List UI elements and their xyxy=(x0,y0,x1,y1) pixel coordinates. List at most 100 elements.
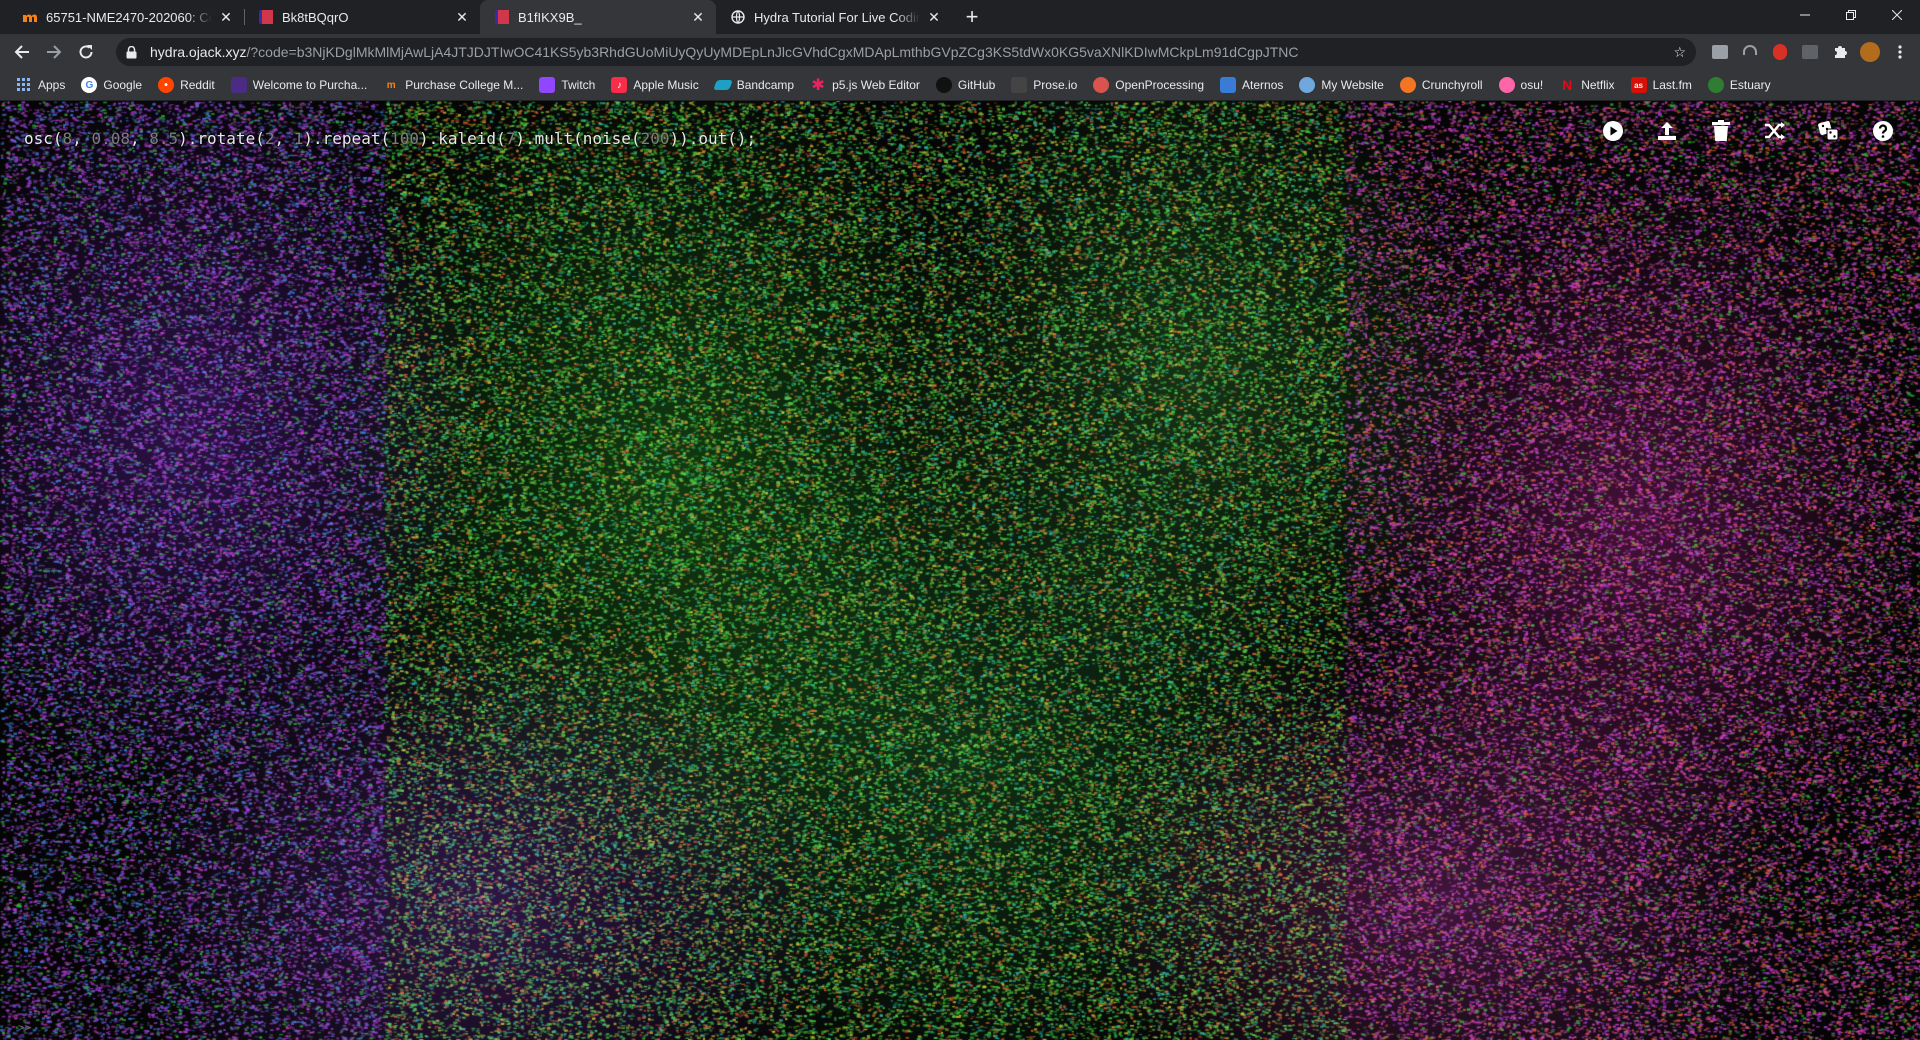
bookmark-crunchyroll[interactable]: Crunchyroll xyxy=(1392,73,1491,97)
url-host: hydra.ojack.xyz xyxy=(150,44,247,60)
bookmark-openprocessing[interactable]: OpenProcessing xyxy=(1085,73,1212,97)
bandcamp-icon xyxy=(712,80,733,90)
bookmarks-bar: Apps G Google • Reddit Welcome to Purcha..… xyxy=(0,70,1920,101)
code-number-token: 200 xyxy=(640,129,670,148)
crunchyroll-icon xyxy=(1399,77,1416,93)
new-tab-button[interactable]: + xyxy=(958,3,986,31)
reload-icon[interactable] xyxy=(70,36,102,68)
twitch-icon xyxy=(539,77,556,93)
close-icon[interactable]: ✕ xyxy=(690,9,706,25)
code-number-token: 8 xyxy=(62,129,73,148)
moodle-icon xyxy=(22,9,38,25)
tab-code-course[interactable]: 65751-NME2470-202060: Code a ✕ xyxy=(8,0,244,34)
close-icon[interactable]: ✕ xyxy=(454,9,470,25)
code-text-token: , xyxy=(274,129,294,148)
estuary-icon xyxy=(1707,77,1724,93)
openprocessing-icon xyxy=(1093,77,1110,93)
bookmark-label: p5.js Web Editor xyxy=(832,78,920,92)
bookmark-label: My Website xyxy=(1321,78,1384,92)
bookmark-label: Welcome to Purcha... xyxy=(252,78,368,92)
bookmark-label: Netflix xyxy=(1581,78,1615,92)
upload-icon[interactable] xyxy=(1640,115,1694,147)
bookmark-label: OpenProcessing xyxy=(1115,78,1205,92)
bookmark-apple-music[interactable]: ♪ Apple Music xyxy=(603,73,706,97)
close-window-icon[interactable] xyxy=(1874,0,1920,30)
window-controls xyxy=(1782,0,1920,30)
bookmark-label: Estuary xyxy=(1729,78,1771,92)
run-icon[interactable] xyxy=(1586,115,1640,147)
visual-output-canvas xyxy=(0,101,1920,1040)
help-icon[interactable] xyxy=(1856,115,1910,147)
bookmark-twitch[interactable]: Twitch xyxy=(531,73,603,97)
website-icon xyxy=(1299,77,1316,93)
code-text-token: ).kaleid( xyxy=(419,129,506,148)
lock-icon xyxy=(126,45,140,59)
bookmark-label: Last.fm xyxy=(1652,78,1692,92)
bookmark-bandcamp[interactable]: Bandcamp xyxy=(707,73,802,97)
code-number-token: 8.5 xyxy=(149,129,179,148)
bookmark-osu[interactable]: osu! xyxy=(1491,73,1552,97)
code-text-token: , xyxy=(129,129,150,148)
tab-title: Hydra Tutorial For Live Coding V xyxy=(754,9,920,25)
bookmark-welcome-purchase[interactable]: Welcome to Purcha... xyxy=(223,73,376,97)
tab-hydra-1[interactable]: Bk8tBQqrO ✕ xyxy=(244,0,480,34)
tab-hydra-tutorial[interactable]: Hydra Tutorial For Live Coding V ✕ xyxy=(716,0,952,34)
bookmark-label: Purchase College M... xyxy=(405,78,524,92)
code-number-token: 100 xyxy=(390,129,419,148)
google-icon: G xyxy=(81,77,98,93)
back-icon[interactable] xyxy=(6,36,38,68)
code-text-token: ).repeat( xyxy=(303,129,391,148)
restore-icon[interactable] xyxy=(1828,0,1874,30)
globe-icon xyxy=(730,9,746,25)
code-editor[interactable]: osc(8, 0.08, 8.5).rotate(2, 1).repeat(10… xyxy=(24,129,756,148)
p5js-icon: ✱ xyxy=(811,77,825,94)
bookmark-estuary[interactable]: Estuary xyxy=(1700,73,1779,97)
close-icon[interactable]: ✕ xyxy=(926,9,942,25)
close-icon[interactable]: ✕ xyxy=(218,9,234,25)
extension-gray-icon[interactable] xyxy=(1796,38,1824,66)
code-number-token: 0.08 xyxy=(91,129,130,148)
tab-hydra-active[interactable]: B1fIKX9B_ ✕ xyxy=(480,0,716,34)
extension-k-icon[interactable] xyxy=(1706,38,1734,66)
extension-headphones-icon[interactable] xyxy=(1736,38,1764,66)
bookmark-aternos[interactable]: Aternos xyxy=(1212,73,1291,97)
bookmark-label: Bandcamp xyxy=(736,78,795,92)
purchase-icon xyxy=(230,77,247,93)
bookmark-github[interactable]: GitHub xyxy=(928,73,1003,97)
bookmark-label: Aternos xyxy=(1242,78,1284,92)
bookmark-reddit[interactable]: • Reddit xyxy=(150,73,223,97)
lastfm-icon: as xyxy=(1630,77,1647,93)
bookmark-label: GitHub xyxy=(957,78,996,92)
browser-toolbar: hydra.ojack.xyz/?code=b3NjKDglMkMlMjAwLj… xyxy=(0,34,1920,70)
forward-icon[interactable] xyxy=(38,36,70,68)
hydra-canvas-area[interactable]: osc(8, 0.08, 8.5).rotate(2, 1).repeat(10… xyxy=(0,101,1920,1040)
bookmark-my-website[interactable]: My Website xyxy=(1291,73,1391,97)
prose-icon xyxy=(1011,77,1028,93)
tab-title: 65751-NME2470-202060: Code a xyxy=(46,9,212,25)
hydra-icon xyxy=(494,9,510,25)
bookmark-label: Prose.io xyxy=(1033,78,1078,92)
trash-icon[interactable] xyxy=(1694,115,1748,147)
minimize-icon[interactable] xyxy=(1782,0,1828,30)
bookmark-lastfm[interactable]: as Last.fm xyxy=(1623,73,1700,97)
bookmark-p5js[interactable]: ✱ p5.js Web Editor xyxy=(802,73,928,97)
code-text-token: , xyxy=(72,129,92,148)
code-text-token: ).mult(noise( xyxy=(515,129,641,148)
dice-icon[interactable] xyxy=(1802,115,1856,147)
menu-dots-icon[interactable] xyxy=(1886,38,1914,66)
bookmark-google[interactable]: G Google xyxy=(73,73,150,97)
console-prompt[interactable]: >> xyxy=(18,1021,31,1034)
bookmark-prose[interactable]: Prose.io xyxy=(1003,73,1085,97)
extension-red-icon[interactable] xyxy=(1766,38,1794,66)
bookmark-apps[interactable]: Apps xyxy=(8,73,73,97)
profile-avatar[interactable] xyxy=(1856,38,1884,66)
bookmark-label: Google xyxy=(103,78,143,92)
bookmark-purchase-college[interactable]: m Purchase College M... xyxy=(375,73,531,97)
bookmark-star-icon[interactable]: ☆ xyxy=(1673,44,1686,61)
bookmark-label: Reddit xyxy=(180,78,215,92)
bookmark-netflix[interactable]: N Netflix xyxy=(1551,73,1622,97)
code-text-token: )).out(); xyxy=(669,129,757,148)
address-bar[interactable]: hydra.ojack.xyz/?code=b3NjKDglMkMlMjAwLj… xyxy=(116,38,1696,66)
shuffle-icon[interactable] xyxy=(1748,115,1802,147)
puzzle-icon[interactable] xyxy=(1826,38,1854,66)
